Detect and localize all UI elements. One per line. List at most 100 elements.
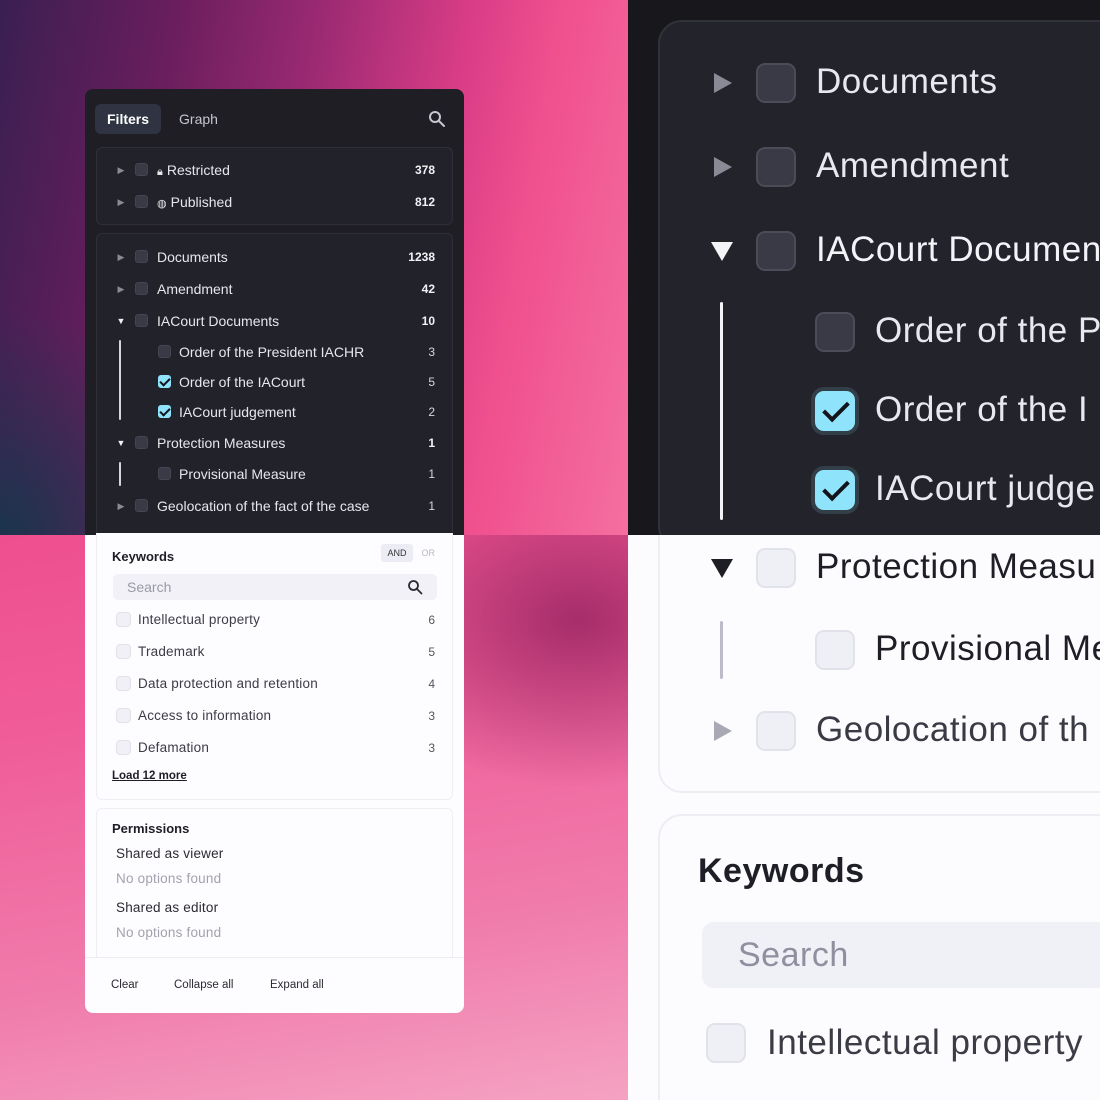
keyword-label: Intellectual property bbox=[138, 612, 261, 627]
expand-arrow-icon[interactable]: ▶ bbox=[116, 252, 126, 262]
checkbox-checked[interactable] bbox=[158, 405, 171, 418]
filter-label: ◍ Published bbox=[157, 194, 232, 210]
checkbox-checked[interactable] bbox=[158, 375, 171, 388]
lock-icon: 🔒︎ bbox=[157, 165, 163, 178]
checkbox[interactable] bbox=[135, 282, 148, 295]
keyword-row[interactable]: Trademark 5 bbox=[97, 642, 452, 662]
keyword-row[interactable]: Defamation 3 bbox=[97, 738, 452, 758]
checkbox[interactable] bbox=[135, 250, 148, 263]
checkbox[interactable] bbox=[815, 312, 855, 352]
filter-label-text: Published bbox=[170, 194, 233, 210]
checkbox[interactable] bbox=[135, 163, 148, 176]
checkbox[interactable] bbox=[116, 644, 131, 659]
zoom-label: Intellectual property bbox=[767, 1023, 1083, 1062]
type-row-iacourt-judgement[interactable]: IACourt judgement 2 bbox=[97, 401, 452, 423]
zoom-label: Provisional Me bbox=[875, 629, 1100, 668]
expand-arrow-icon[interactable]: ▶ bbox=[116, 284, 126, 294]
clear-button[interactable]: Clear bbox=[111, 979, 138, 991]
type-count: 1 bbox=[428, 499, 435, 513]
checkbox[interactable] bbox=[116, 708, 131, 723]
keyword-count: 4 bbox=[428, 677, 435, 691]
panel-tabs: Filters Graph bbox=[95, 104, 230, 134]
filter-row-published[interactable]: ▶ ◍ Published 812 bbox=[97, 191, 452, 213]
expand-arrow-icon[interactable] bbox=[710, 71, 734, 95]
globe-icon: ◍ bbox=[157, 198, 167, 210]
type-count: 5 bbox=[428, 375, 435, 389]
permissions-card: Permissions Shared as viewer No options … bbox=[96, 808, 453, 957]
type-row-amendment[interactable]: ▶ Amendment 42 bbox=[97, 278, 452, 300]
permissions-title: Permissions bbox=[112, 821, 190, 836]
editor-empty-text: No options found bbox=[116, 925, 222, 940]
collapse-all-button[interactable]: Collapse all bbox=[174, 979, 233, 991]
checkbox-checked[interactable] bbox=[815, 470, 855, 510]
access-filter-card: ▶ 🔒︎ Restricted 378 ▶ ◍ Published 812 bbox=[96, 147, 453, 225]
collapse-arrow-icon[interactable] bbox=[710, 239, 734, 263]
filter-panel-dark: Filters Graph ▶ 🔒︎ Restricted 378 ▶ ◍ Publ… bbox=[85, 89, 464, 535]
zoom-search-input[interactable]: Search bbox=[702, 922, 1100, 988]
type-row-protection-measures[interactable]: ▼ Protection Measures 1 bbox=[97, 432, 452, 454]
keyword-row[interactable]: Data protection and retention 4 bbox=[97, 674, 452, 694]
filter-row-restricted[interactable]: ▶ 🔒︎ Restricted 378 bbox=[97, 159, 452, 181]
type-row-documents[interactable]: ▶ Documents 1238 bbox=[97, 246, 452, 268]
and-toggle[interactable]: AND bbox=[381, 544, 413, 562]
zoomed-tree-light: Protection Measu Provisional Me Geolocat… bbox=[658, 535, 1100, 793]
checkbox[interactable] bbox=[135, 436, 148, 449]
collapse-arrow-icon[interactable] bbox=[710, 556, 734, 580]
collapse-arrow-icon[interactable]: ▼ bbox=[116, 316, 126, 326]
type-count: 2 bbox=[428, 405, 435, 419]
checkbox[interactable] bbox=[756, 548, 796, 588]
checkbox[interactable] bbox=[116, 740, 131, 755]
expand-arrow-icon[interactable]: ▶ bbox=[116, 197, 126, 207]
checkbox[interactable] bbox=[706, 1023, 746, 1063]
keyword-search-input[interactable] bbox=[113, 574, 437, 600]
zoom-label: Geolocation of th bbox=[816, 710, 1090, 749]
zoom-keywords-title: Keywords bbox=[698, 852, 865, 890]
type-label: Provisional Measure bbox=[179, 466, 306, 482]
keyword-label: Data protection and retention bbox=[138, 676, 318, 691]
checkbox[interactable] bbox=[135, 195, 148, 208]
expand-arrow-icon[interactable] bbox=[710, 155, 734, 179]
or-toggle[interactable]: OR bbox=[417, 544, 441, 562]
type-row-provisional-measure[interactable]: Provisional Measure 1 bbox=[97, 463, 452, 485]
keyword-row[interactable]: Access to information 3 bbox=[97, 706, 452, 726]
checkbox[interactable] bbox=[815, 630, 855, 670]
search-icon[interactable] bbox=[428, 110, 446, 128]
checkbox[interactable] bbox=[158, 345, 171, 358]
checkbox[interactable] bbox=[756, 147, 796, 187]
expand-arrow-icon[interactable]: ▶ bbox=[116, 501, 126, 511]
keyword-row[interactable]: Intellectual property 6 bbox=[97, 610, 452, 630]
load-more-link[interactable]: Load 12 more bbox=[112, 770, 187, 782]
type-row-order-iacourt[interactable]: Order of the IACourt 5 bbox=[97, 371, 452, 393]
checkbox[interactable] bbox=[756, 63, 796, 103]
tab-graph[interactable]: Graph bbox=[167, 104, 230, 134]
checkbox[interactable] bbox=[756, 711, 796, 751]
checkbox-checked[interactable] bbox=[815, 391, 855, 431]
type-label: Amendment bbox=[157, 281, 233, 297]
zoom-label: IACourt judge bbox=[875, 469, 1096, 508]
type-row-iacourt-documents[interactable]: ▼ IACourt Documents 10 bbox=[97, 310, 452, 332]
viewer-empty-text: No options found bbox=[116, 871, 222, 886]
checkbox[interactable] bbox=[135, 499, 148, 512]
checkbox[interactable] bbox=[756, 231, 796, 271]
expand-all-button[interactable]: Expand all bbox=[270, 979, 324, 991]
checkbox[interactable] bbox=[116, 612, 131, 627]
type-row-order-president[interactable]: Order of the President IACHR 3 bbox=[97, 341, 452, 363]
tab-filters[interactable]: Filters bbox=[95, 104, 162, 134]
document-type-card: ▶ Documents 1238 ▶ Amendment 42 ▼ IACour… bbox=[96, 233, 453, 535]
shared-editor-label: Shared as editor bbox=[116, 900, 219, 915]
collapse-arrow-icon[interactable]: ▼ bbox=[116, 438, 126, 448]
keyword-count: 3 bbox=[428, 741, 435, 755]
type-label: IACourt Documents bbox=[157, 313, 280, 329]
type-label: IACourt judgement bbox=[179, 404, 296, 420]
type-row-geolocation[interactable]: ▶ Geolocation of the fact of the case 1 bbox=[97, 495, 452, 517]
filter-count: 812 bbox=[414, 195, 435, 209]
search-icon[interactable] bbox=[407, 579, 423, 595]
checkbox[interactable] bbox=[116, 676, 131, 691]
checkbox[interactable] bbox=[135, 314, 148, 327]
expand-arrow-icon[interactable] bbox=[710, 719, 734, 743]
zoom-label: Order of the P bbox=[875, 311, 1100, 350]
tree-guide-line bbox=[720, 302, 723, 520]
zoomed-tree-dark: Documents Amendment IACourt Documen Orde… bbox=[658, 20, 1100, 550]
checkbox[interactable] bbox=[158, 467, 171, 480]
expand-arrow-icon[interactable]: ▶ bbox=[116, 165, 126, 175]
